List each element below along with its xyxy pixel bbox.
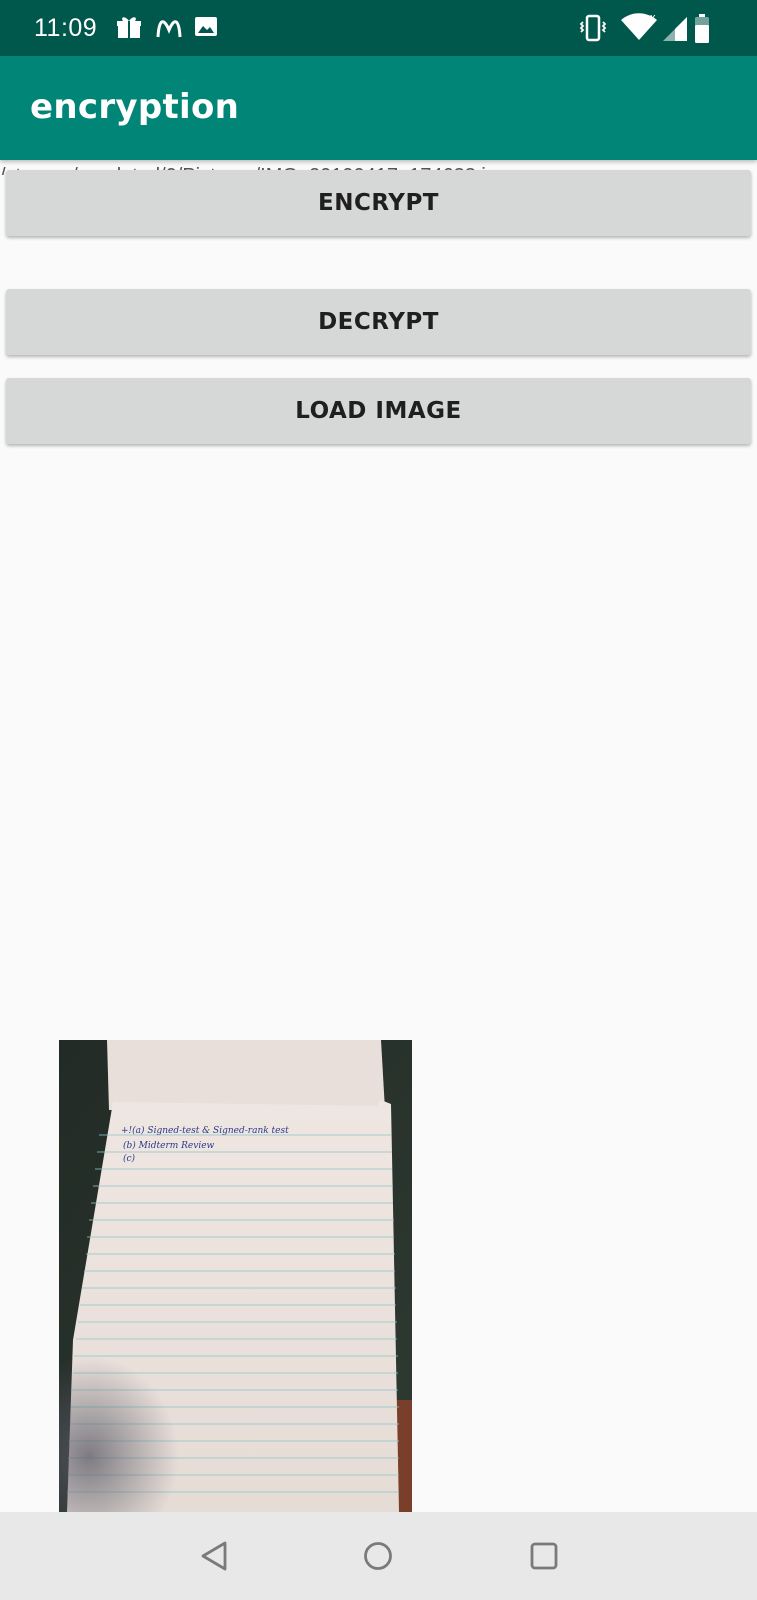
home-icon[interactable] [362,1540,394,1577]
navigation-bar [0,1512,757,1600]
image-preview: +!(a) Signed-test & Signed-rank test (b)… [59,1040,412,1512]
gift-icon [116,14,142,45]
image-icon [194,14,218,43]
app-title: encryption [30,87,240,127]
status-time: 11:09 [34,14,98,42]
load-image-button[interactable]: LOAD IMAGE [6,378,751,444]
svg-text:x: x [650,12,656,24]
mcdonalds-icon [156,14,182,45]
cell-signal-icon [662,16,688,47]
handwriting-line-3: (c) [123,1153,136,1164]
battery-icon [694,14,710,49]
handwriting-line-2: (b) Midterm Review [123,1140,215,1151]
encrypt-button[interactable]: ENCRYPT [6,170,751,236]
decrypt-button[interactable]: DECRYPT [6,289,751,355]
handwriting-line-1: +!(a) Signed-test & Signed-rank test [121,1125,289,1136]
recents-icon[interactable] [528,1540,560,1577]
wifi-icon: x [620,12,658,47]
vibrate-icon [578,14,608,47]
back-icon[interactable] [198,1540,230,1577]
app-bar: encryption [0,56,757,160]
status-bar: 11:09 x [0,0,757,56]
